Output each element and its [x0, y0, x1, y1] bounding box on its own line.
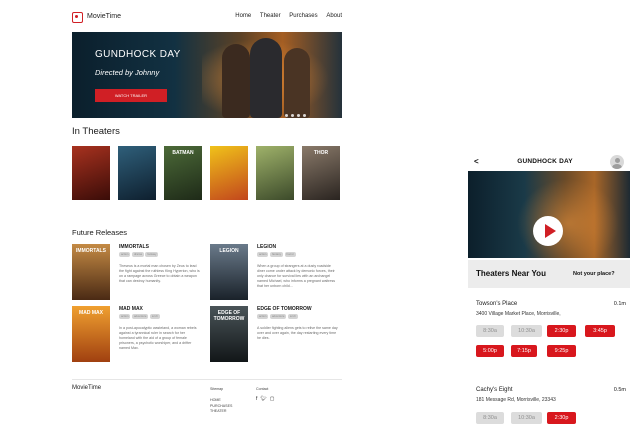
genre-tag: action: [257, 314, 269, 319]
movie-poster[interactable]: BATMAN: [164, 146, 202, 200]
release-poster[interactable]: IMMORTALS: [72, 244, 110, 300]
mobile-movie-title: GUNDHOCK DAY: [517, 158, 573, 165]
poster-title: BATMAN: [172, 150, 194, 156]
genre-tag: fantasy: [145, 252, 159, 257]
future-release-item[interactable]: LEGION LEGION action fantasy horror When a…: [210, 244, 335, 300]
showtime-slot: 10:30a: [511, 412, 542, 424]
trailer-video[interactable]: [468, 171, 630, 258]
poster-title: IMMORTALS: [76, 248, 106, 254]
genre-tag: horror: [284, 252, 296, 257]
brand-name[interactable]: MovieTime: [87, 13, 121, 20]
hero-banner: GUNDHOCK DAY Directed by Johnny WATCH TR…: [72, 32, 342, 118]
release-poster[interactable]: MAD MAX: [72, 306, 110, 362]
nav-link-theater[interactable]: Theater: [260, 13, 281, 19]
release-poster[interactable]: LEGION: [210, 244, 248, 300]
genre-tag: action: [119, 252, 131, 257]
contact-heading: Contact: [256, 387, 269, 391]
hero-figure: [222, 44, 250, 118]
future-release-item[interactable]: EDGE OF TOMORROW EDGE OF TOMORROW action…: [210, 306, 338, 362]
poster-title: LEGION: [219, 248, 239, 254]
release-title[interactable]: MAD MAX: [119, 306, 143, 312]
theater-distance: 0.5m: [613, 387, 626, 393]
mobile-view: < GUNDHOCK DAY Theaters Near You Not you…: [468, 152, 630, 441]
genre-tag: adventure: [269, 314, 287, 319]
footer-brand[interactable]: MovieTime: [72, 385, 101, 391]
hero-figure: [250, 38, 282, 118]
movie-poster[interactable]: [210, 146, 248, 200]
play-icon[interactable]: [533, 216, 563, 246]
showtime-slot[interactable]: 9:25p: [547, 345, 576, 357]
avatar[interactable]: [610, 155, 624, 169]
footer-divider: [72, 379, 342, 380]
not-your-place-link[interactable]: Not your place?: [573, 271, 615, 277]
hero-title: GUNDHOCK DAY: [95, 49, 181, 60]
carousel-dot[interactable]: [291, 114, 294, 117]
showtime-slot[interactable]: 3:45p: [585, 325, 615, 337]
footer-sitemap: Sitemap HOME PURCHASES THEATER: [210, 387, 232, 415]
genre-tag: fantasy: [269, 252, 283, 257]
movie-poster[interactable]: [256, 146, 294, 200]
carousel-dots[interactable]: [285, 104, 309, 118]
facebook-icon[interactable]: f: [256, 396, 257, 402]
release-description: When a group of strangers at a dusty roa…: [257, 264, 336, 288]
release-poster[interactable]: EDGE OF TOMORROW: [210, 306, 248, 362]
theater-address: 181 Message Rd, Morrisville, 23343: [476, 397, 556, 403]
top-nav: MovieTime Home Theater Purchases About: [72, 12, 342, 26]
nav-link-home[interactable]: Home: [235, 13, 251, 19]
showtime-slot[interactable]: 5:00p: [476, 345, 504, 357]
future-release-item[interactable]: IMMORTALS IMMORTALS action drama fantasy T…: [72, 244, 200, 300]
in-theaters-posters: BATMAN THOR: [72, 146, 342, 200]
showtime-slot: 8:30a: [476, 325, 504, 337]
sitemap-heading: Sitemap: [210, 387, 224, 391]
future-releases-heading: Future Releases: [72, 228, 128, 237]
movie-poster[interactable]: THOR: [302, 146, 340, 200]
showtime-slot: 8:30a: [476, 412, 504, 424]
desktop-view: MovieTime Home Theater Purchases About G…: [0, 0, 420, 441]
theater-distance: 0.1m: [613, 301, 626, 307]
poster-title: MAD MAX: [79, 310, 103, 316]
carousel-dot[interactable]: [303, 114, 306, 117]
poster-title: THOR: [313, 150, 329, 156]
release-description: A soldier fighting aliens gets to relive…: [257, 326, 338, 340]
carousel-dot[interactable]: [297, 114, 300, 117]
showtime-slot: 10:30a: [511, 325, 542, 337]
nav-link-about[interactable]: About: [326, 13, 342, 19]
genre-tag: sci-fi: [149, 314, 160, 319]
genre-tag: action: [119, 314, 131, 319]
release-description: Theseus is a mortal man chosen by Zeus t…: [119, 264, 200, 283]
theater-name[interactable]: Towson's Place: [476, 301, 517, 307]
carousel-dot[interactable]: [285, 114, 288, 117]
genre-tag: drama: [131, 252, 144, 257]
showtime-slot[interactable]: 2:30p: [547, 412, 576, 424]
release-title[interactable]: EDGE OF TOMORROW: [257, 306, 312, 312]
release-title[interactable]: IMMORTALS: [119, 244, 149, 250]
release-title[interactable]: LEGION: [257, 244, 276, 250]
nav-links: Home Theater Purchases About: [228, 13, 342, 19]
in-theaters-heading: In Theaters: [72, 126, 120, 137]
hero-subtitle: Directed by Johnny: [95, 68, 160, 77]
movietime-logo-icon[interactable]: [72, 12, 83, 23]
social-icons: f 🐦︎ ▢: [256, 396, 277, 402]
theater-address: 3400 Village Market Place, Morrisville,: [476, 311, 561, 317]
genre-tag: action: [257, 252, 269, 257]
poster-title: EDGE OF TOMORROW: [213, 310, 245, 322]
movie-poster[interactable]: [118, 146, 156, 200]
showtime-slot[interactable]: 2:30p: [547, 325, 576, 337]
release-description: In a post-apocalyptic wasteland, a woman…: [119, 326, 197, 350]
theaters-near-you-heading: Theaters Near You: [476, 269, 546, 278]
chat-icon[interactable]: ▢: [270, 396, 275, 402]
genre-tag: adventure: [131, 314, 149, 319]
nav-link-purchases[interactable]: Purchases: [289, 13, 317, 19]
watch-trailer-button[interactable]: WATCH TRAILER: [95, 89, 167, 102]
showtime-slot[interactable]: 7:15p: [511, 345, 537, 357]
footer-link-theater[interactable]: THEATER: [210, 409, 232, 415]
twitter-icon[interactable]: 🐦︎: [260, 396, 266, 402]
future-release-item[interactable]: MAD MAX MAD MAX action adventure sci-fi In…: [72, 306, 197, 362]
movie-poster[interactable]: [72, 146, 110, 200]
video-still-glow: [508, 171, 628, 258]
theater-name[interactable]: Cachy's Eight: [476, 387, 513, 393]
genre-tag: sci-fi: [287, 314, 298, 319]
